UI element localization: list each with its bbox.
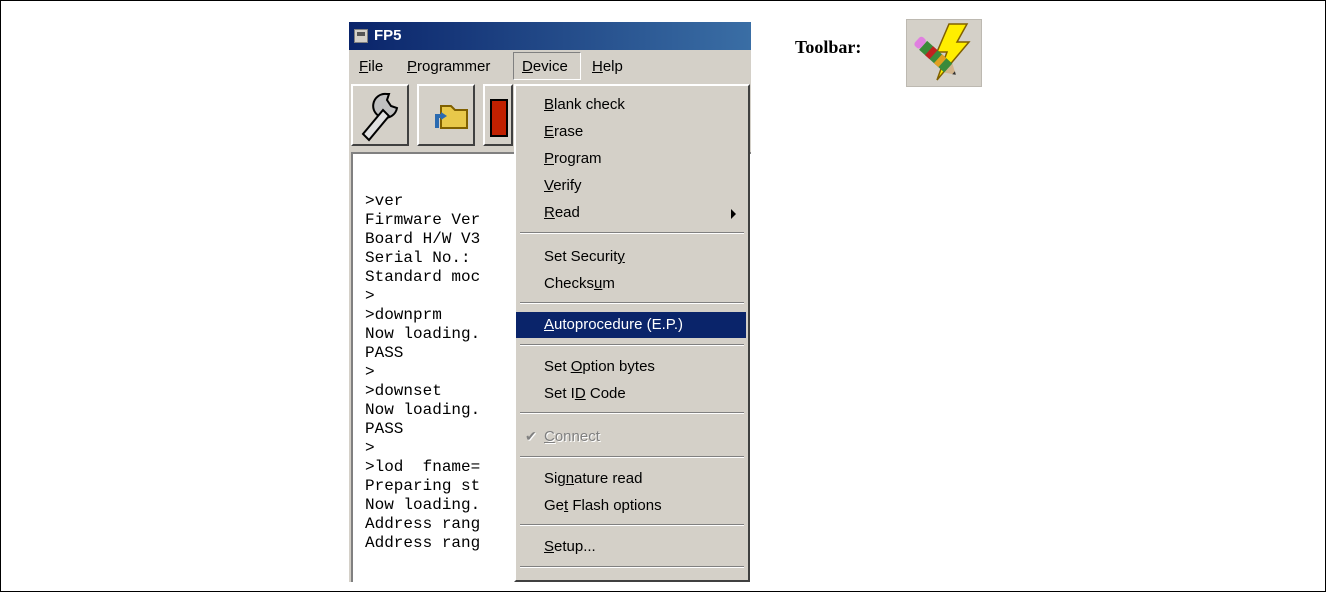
console-line: Now loading. xyxy=(365,496,481,514)
menu-separator xyxy=(520,456,744,458)
menu-item-set-id-code[interactable]: Set ID Code xyxy=(516,381,746,407)
menu-separator xyxy=(520,232,744,234)
menu-item-checksum[interactable]: Checksum xyxy=(516,271,746,297)
menu-file[interactable]: File xyxy=(359,58,383,75)
console-line: >ver xyxy=(365,192,404,210)
menu-device-pressed xyxy=(513,52,581,80)
menu-separator xyxy=(520,566,744,568)
menu-item-erase[interactable]: Erase xyxy=(516,119,746,145)
menu-item-autoprocedure[interactable]: Autoprocedure (E.P.) xyxy=(516,312,746,338)
title-bar[interactable]: FP5 xyxy=(349,22,751,50)
console-line: Firmware Ver xyxy=(365,211,481,229)
toolbar-annotation-label: Toolbar: xyxy=(795,37,862,57)
console-line: Now loading. xyxy=(365,325,481,343)
console-line: PASS xyxy=(365,344,404,362)
toolbar-button-setup[interactable] xyxy=(351,84,409,146)
submenu-arrow-icon xyxy=(731,209,736,219)
console-line: Address rang xyxy=(365,515,481,533)
menu-separator xyxy=(520,412,744,414)
console-line: Preparing st xyxy=(365,477,481,495)
menu-separator xyxy=(520,344,744,346)
console-line: Standard moc xyxy=(365,268,481,286)
menu-help[interactable]: Help xyxy=(592,58,623,75)
console-line: > xyxy=(365,363,375,381)
console-line: Address rang xyxy=(365,534,481,552)
console-line: Now loading. xyxy=(365,401,481,419)
toolbar-button-open[interactable] xyxy=(417,84,475,146)
menu-item-blank-check[interactable]: Blank check xyxy=(516,92,746,118)
app-icon xyxy=(354,29,368,43)
device-icon xyxy=(490,99,508,137)
autoprocedure-toolbar-button[interactable] xyxy=(906,19,982,87)
menu-separator xyxy=(520,302,744,304)
open-folder-icon xyxy=(435,105,468,129)
menu-item-set-security[interactable]: Set Security xyxy=(516,244,746,270)
menu-item-get-flash-options[interactable]: Get Flash options xyxy=(516,493,746,519)
device-menu: Blank check Erase Program Verify Read Se… xyxy=(514,84,750,582)
toolbar-button-device[interactable] xyxy=(483,84,513,146)
console-line: > xyxy=(365,287,375,305)
console-line: Board H/W V3 xyxy=(365,230,481,248)
console-line: >downset xyxy=(365,382,442,400)
menu-programmer[interactable]: Programmer xyxy=(407,58,490,75)
wrench-icon xyxy=(361,92,399,142)
console-line: >downprm xyxy=(365,306,442,324)
autoprocedure-lightning-pencil-icon xyxy=(914,23,971,81)
console-line: >lod fname= xyxy=(365,458,481,476)
console-line: PASS xyxy=(365,420,404,438)
menu-item-read[interactable]: Read xyxy=(516,200,746,226)
menu-item-verify[interactable]: Verify xyxy=(516,173,746,199)
menu-item-signature-read[interactable]: Signature read xyxy=(516,466,746,492)
menu-item-program[interactable]: Program xyxy=(516,146,746,172)
menu-item-set-option-bytes[interactable]: Set Option bytes xyxy=(516,354,746,380)
menu-item-setup[interactable]: Setup... xyxy=(516,534,746,560)
check-icon: ✔ xyxy=(525,428,537,444)
menu-separator xyxy=(520,524,744,526)
console-line: > xyxy=(365,439,375,457)
menu-item-connect[interactable]: ✔ Connect xyxy=(516,424,746,450)
console-line: Serial No.: xyxy=(365,249,471,267)
window-title: FP5 xyxy=(374,27,402,44)
